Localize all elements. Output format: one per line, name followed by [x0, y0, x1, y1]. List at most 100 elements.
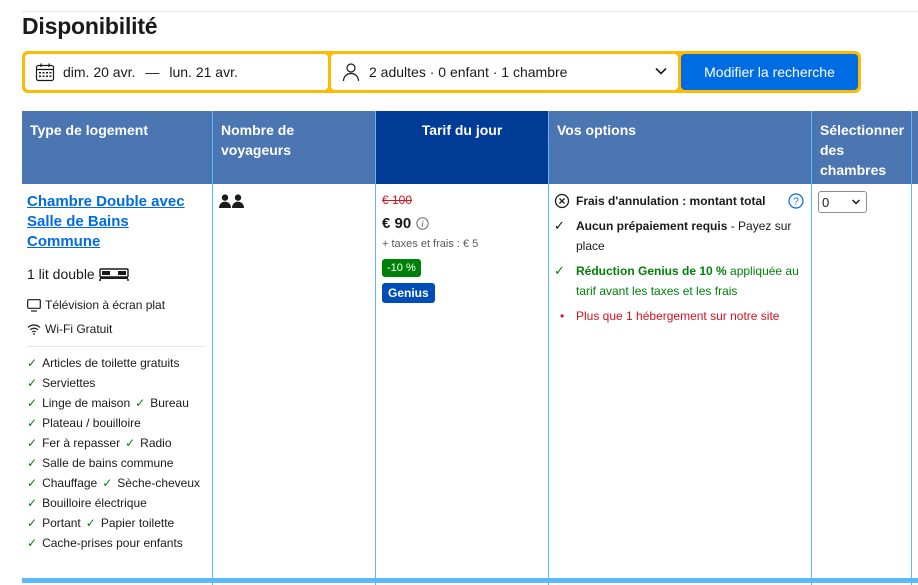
column-divider — [548, 111, 549, 585]
amenity-label: Papier toilette — [100, 516, 175, 530]
genius-badge: Genius — [382, 283, 435, 303]
wifi-icon — [27, 323, 41, 335]
check-icon: ✓ — [27, 396, 38, 410]
search-bar: dim. 20 avr. — lun. 21 avr. 2 adultes · … — [22, 51, 861, 93]
taxes-fees: + taxes et frais : € 5 — [382, 238, 479, 250]
list-item: ✓ Portant ✓ Papier toilette — [27, 513, 209, 533]
amenity-label: Bouilloire électrique — [42, 496, 147, 510]
guests-selector[interactable]: 2 adultes · 0 enfant · 1 chambre — [331, 54, 678, 90]
prepayment-option: ✓ Aucun prépaiement requis - Payez sur p… — [554, 216, 806, 256]
facility-label: Wi-Fi Gratuit — [45, 322, 113, 336]
amenity-label: Salle de bains commune — [42, 456, 174, 470]
list-item: ✓ Linge de maison ✓ Bureau — [27, 393, 209, 413]
room-quantity-select[interactable]: 0 — [818, 191, 867, 213]
two-guests-icon — [219, 194, 245, 208]
check-icon: ✓ — [27, 536, 38, 550]
list-item: ✓ Plateau / bouilloire — [27, 413, 209, 433]
modify-search-button[interactable]: Modifier la recherche — [681, 54, 858, 90]
amenity-label: Radio — [140, 436, 172, 450]
check-icon: ✓ — [27, 376, 38, 390]
chevron-down-icon — [851, 197, 861, 207]
no-refund-icon — [554, 193, 576, 209]
header-rate: Tarif du jour — [376, 111, 548, 184]
list-item: ✓ Salle de bains commune — [27, 453, 209, 473]
checkout-date: lun. 21 avr. — [169, 64, 238, 80]
list-item: ✓ Fer à repasser ✓ Radio — [27, 433, 209, 453]
header-options: Vos options — [557, 122, 637, 138]
room-name-link[interactable]: Chambre Double avec Salle de Bains Commu… — [27, 192, 187, 252]
scarcity-text: Plus que 1 hébergement sur notre site — [576, 309, 780, 323]
header-room-type: Type de logement — [30, 122, 148, 138]
date-picker[interactable]: dim. 20 avr. — lun. 21 avr. — [25, 54, 328, 90]
amenity-label: Articles de toilette gratuits — [42, 356, 180, 370]
amenity-label: Portant — [42, 516, 81, 530]
guests-cell — [219, 184, 369, 213]
availability-table: Type de logement Nombre de voyageurs Tar… — [22, 111, 918, 585]
amenity-label: Sèche-cheveux — [117, 476, 201, 490]
amenity-label: Bureau — [150, 396, 189, 410]
bed-label: 1 lit double — [27, 266, 95, 282]
facility-item: Wi-Fi Gratuit — [27, 322, 209, 336]
options-cell: Frais d'annulation : montant total ? ✓ A… — [554, 184, 806, 326]
top-divider — [22, 11, 918, 12]
list-item: ✓ Chauffage ✓ Sèche-cheveux — [27, 473, 209, 493]
check-icon: ✓ — [27, 436, 38, 450]
column-divider — [911, 111, 912, 585]
header-guests: Nombre de voyageurs — [221, 122, 295, 158]
list-item: ✓ Articles de toilette gratuits — [27, 353, 209, 373]
column-divider — [375, 111, 376, 585]
calendar-icon — [35, 62, 55, 82]
amenity-label: Cache-prises pour enfants — [42, 536, 183, 550]
chevron-down-icon — [654, 64, 668, 81]
cancellation-option: Frais d'annulation : montant total ? — [554, 191, 806, 211]
discount-badge: -10 % — [382, 259, 421, 277]
check-icon: ✓ — [27, 356, 38, 370]
amenity-label: Serviettes — [42, 376, 96, 390]
header-select-rooms: Sélectionner des chambres — [820, 122, 905, 178]
genius-bold: Réduction Genius de 10 % — [576, 264, 727, 278]
genius-text: Réduction Genius de 10 % appliquée au ta… — [576, 261, 806, 301]
info-icon[interactable]: i — [416, 217, 429, 230]
page-title: Disponibilité — [22, 13, 158, 39]
check-icon: ✓ — [554, 263, 565, 278]
current-price-row: € 90 i — [382, 215, 542, 232]
amenity-label: Linge de maison — [42, 396, 131, 410]
check-icon: ✓ — [135, 396, 146, 410]
check-icon: ✓ — [27, 516, 38, 530]
person-icon — [341, 62, 361, 82]
column-divider — [212, 111, 213, 585]
date-separator: — — [145, 64, 160, 80]
scarcity-option: • Plus que 1 hébergement sur notre site — [554, 306, 806, 326]
rate-cell: € 100 € 90 i + taxes et frais : € 5 -10 … — [382, 184, 542, 303]
check-icon: ✓ — [85, 516, 96, 530]
check-icon: ✓ — [27, 456, 38, 470]
room-quantity-value: 0 — [822, 194, 830, 210]
amenities-list: ✓ Articles de toilette gratuits ✓ Serviett… — [27, 353, 209, 553]
help-icon[interactable]: ? — [788, 193, 804, 209]
prepayment-text: Aucun prépaiement requis - Payez sur pla… — [576, 216, 806, 256]
bed-info: 1 lit double — [27, 266, 209, 282]
svg-text:i: i — [422, 220, 425, 229]
check-icon: ✓ — [125, 436, 136, 450]
facility-label: Télévision à écran plat — [45, 298, 166, 312]
genius-option: ✓ Réduction Genius de 10 % appliquée au … — [554, 261, 806, 301]
prepayment-bold: Aucun prépaiement requis — [576, 219, 728, 233]
checkin-date: dim. 20 avr. — [63, 64, 136, 80]
check-icon: ✓ — [27, 416, 38, 430]
list-item: ✓ Serviettes — [27, 373, 209, 393]
check-icon: ✓ — [27, 476, 38, 490]
original-price: € 100 — [382, 193, 413, 207]
list-item: ✓ Cache-prises pour enfants — [27, 533, 209, 553]
svg-text:?: ? — [793, 197, 799, 208]
facility-item: Télévision à écran plat — [27, 298, 209, 312]
tv-icon — [27, 298, 41, 312]
check-icon: ✓ — [27, 496, 38, 510]
double-bed-icon — [98, 267, 129, 281]
current-price: € 90 — [382, 215, 412, 232]
bullet-icon: • — [560, 309, 565, 323]
amenity-label: Chauffage — [42, 476, 98, 490]
guests-summary: 2 adultes · 0 enfant · 1 chambre — [369, 64, 568, 80]
column-divider — [811, 111, 812, 585]
check-icon: ✓ — [102, 476, 113, 490]
section-divider — [27, 346, 206, 347]
